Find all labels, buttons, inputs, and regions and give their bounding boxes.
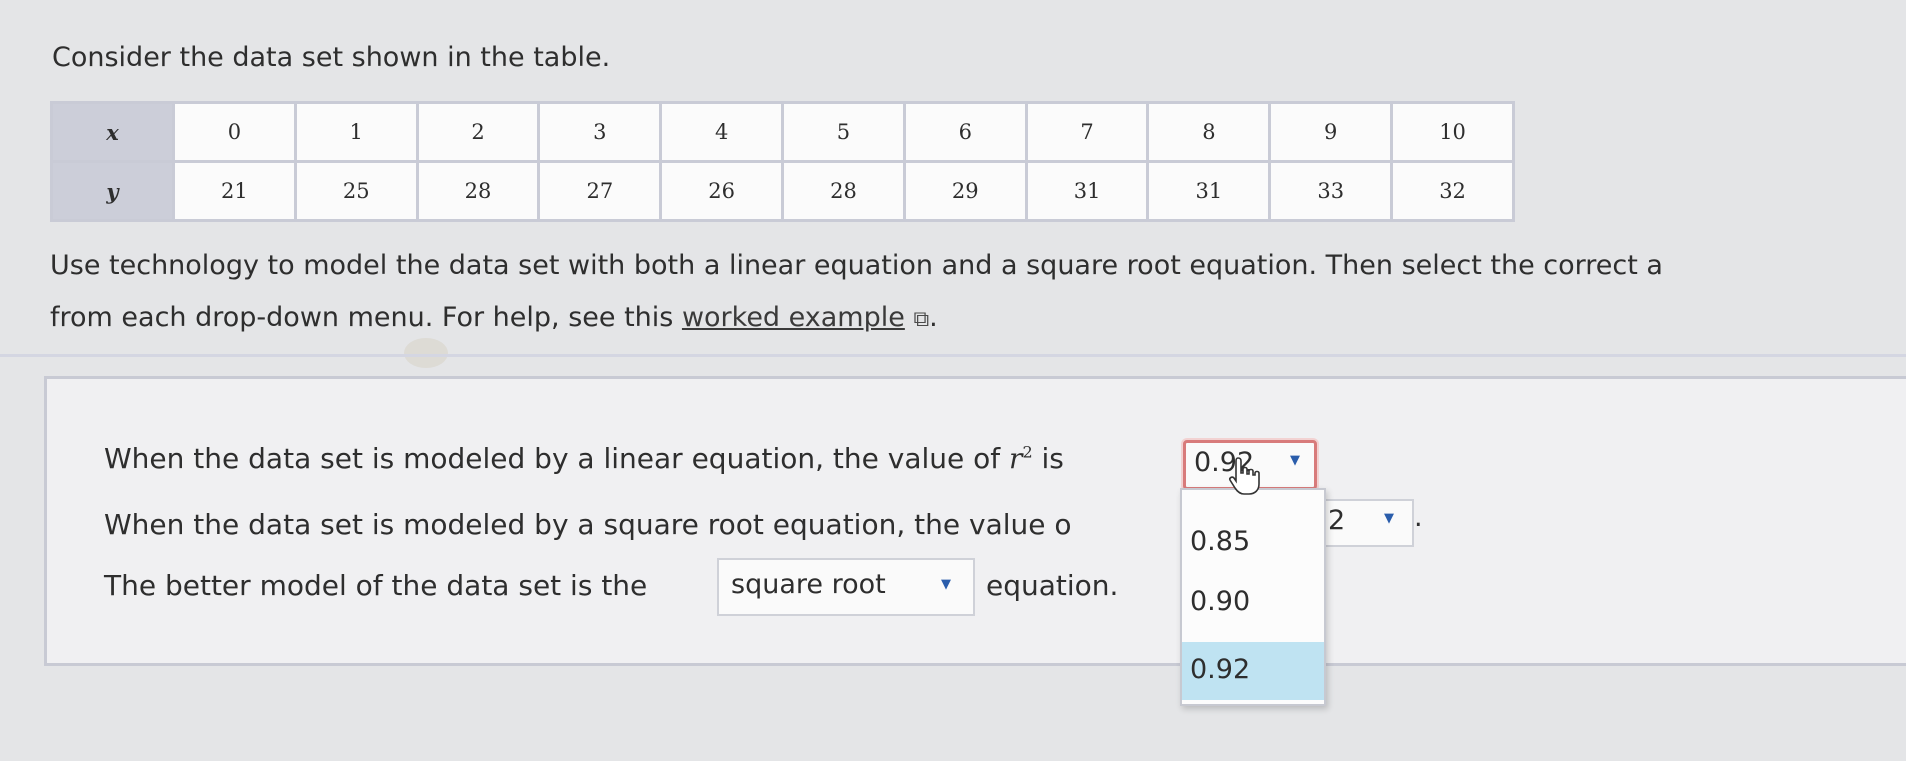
table-cell: 4	[659, 101, 785, 163]
table-cell: 9	[1268, 101, 1394, 163]
table-cell: 1	[293, 101, 419, 163]
question-3-label: The better model of the data set is the	[104, 569, 647, 602]
table-cell: 8	[1146, 101, 1272, 163]
table-cell: 29	[902, 160, 1028, 222]
question-3-suffix: equation.	[986, 569, 1119, 602]
table-cell: 28	[415, 160, 541, 222]
table-cell: 31	[1146, 160, 1272, 222]
dropdown-option-label: 0.92	[1190, 654, 1251, 685]
table-cell: 28	[781, 160, 906, 222]
dropdown-option-label: 0.90	[1190, 586, 1251, 617]
divider	[0, 354, 1906, 357]
table-cell: 3	[537, 101, 663, 163]
question-1-text: When the data set is modeled by a linear…	[104, 442, 1001, 475]
chevron-down-icon: ▼	[941, 577, 951, 592]
better-model-dropdown-value: square root	[731, 569, 886, 600]
question-2-suffix: .	[1414, 502, 1423, 533]
table-row-x: x 0 1 2 3 4 5 6 7 8 9 10	[50, 101, 1515, 163]
table-row-y: y 21 25 28 27 26 28 29 31 31 33 32	[50, 160, 1515, 222]
table-cell: 33	[1268, 160, 1394, 222]
data-table-container: x 0 1 2 3 4 5 6 7 8 9 10 y 21 25 28 27 2…	[50, 101, 1515, 222]
intro-text: Consider the data set shown in the table…	[52, 42, 611, 73]
worked-example-link[interactable]: worked example	[682, 302, 905, 333]
instructions-line-2-text: from each drop-down menu. For help, see …	[50, 302, 674, 333]
dropdown-option-label: 0.85	[1190, 526, 1251, 557]
question-2: When the data set is modeled by a square…	[104, 508, 1072, 541]
question-2-text: When the data set is modeled by a square…	[104, 508, 1072, 541]
chevron-down-icon: ▼	[1384, 511, 1394, 526]
r-exponent: 2	[1022, 442, 1033, 462]
dropdown-menu: 0.85 0.90 0.92	[1180, 488, 1326, 706]
dropdown-option-selected[interactable]: 0.92	[1182, 642, 1324, 700]
instructions-period: .	[929, 302, 938, 333]
table-cell: 26	[659, 160, 785, 222]
question-1: When the data set is modeled by a linear…	[104, 442, 1064, 475]
instructions-line-2: from each drop-down menu. For help, see …	[50, 292, 1906, 346]
better-model-dropdown[interactable]: square root ▼	[717, 558, 975, 616]
table-cell: 7	[1024, 101, 1150, 163]
table-header-y: y	[50, 160, 175, 222]
dropdown-option[interactable]: 0.85	[1182, 514, 1324, 572]
table-cell: 21	[171, 160, 297, 222]
hand-cursor-icon	[1229, 457, 1260, 495]
table-cell: 27	[537, 160, 663, 222]
table-cell: 32	[1390, 160, 1515, 222]
instructions-line-1: Use technology to model the data set wit…	[50, 250, 1663, 281]
table-cell: 0	[171, 101, 297, 163]
sqrt-r2-dropdown-value: 2	[1328, 505, 1346, 536]
table-header-x: x	[50, 101, 175, 163]
r-symbol: r	[1009, 442, 1023, 475]
table-cell: 6	[902, 101, 1028, 163]
table-cell: 5	[781, 101, 906, 163]
external-link-icon[interactable]: ⧉	[913, 307, 929, 332]
table-cell: 25	[293, 160, 419, 222]
question-3-text: The better model of the data set is the	[104, 569, 648, 602]
chevron-down-icon: ▼	[1290, 453, 1300, 468]
data-table: x 0 1 2 3 4 5 6 7 8 9 10 y 21 25 28 27 2…	[50, 101, 1515, 222]
instructions: Use technology to model the data set wit…	[50, 240, 1906, 346]
sqrt-r2-dropdown[interactable]: 2 ▼	[1318, 499, 1414, 547]
question-1-suffix: is	[1041, 442, 1064, 475]
table-cell: 10	[1390, 101, 1515, 163]
dropdown-option[interactable]: 0.90	[1182, 574, 1324, 632]
table-cell: 2	[415, 101, 541, 163]
table-cell: 31	[1024, 160, 1150, 222]
r-squared-symbol: r2	[1009, 442, 1033, 475]
smudge	[404, 338, 448, 368]
